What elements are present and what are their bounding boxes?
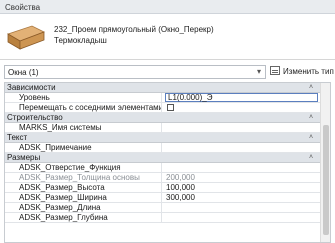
type-name: Термокладыш xyxy=(54,36,107,45)
property-row-level[interactable]: Уровень L1(0.000)_Э xyxy=(5,93,320,103)
group-header-construction[interactable]: Строительство ˄ xyxy=(5,113,320,123)
property-name: ADSK_Размер_Длина xyxy=(5,203,162,212)
collapse-icon[interactable]: ˄ xyxy=(308,113,314,122)
group-label: Строительство xyxy=(7,113,63,122)
property-name: ADSK_Размер_Высота xyxy=(5,183,162,192)
collapse-icon[interactable]: ˄ xyxy=(308,133,314,142)
property-name: Уровень xyxy=(5,93,162,102)
property-value[interactable] xyxy=(163,163,320,172)
property-row-marks-system[interactable]: MARKS_Имя системы xyxy=(5,123,320,133)
property-value[interactable]: 100,000 xyxy=(163,183,320,192)
property-name: MARKS_Имя системы xyxy=(5,123,162,132)
group-header-constraints[interactable]: Зависимости ˄ xyxy=(5,83,320,93)
instance-filter-row: Окна (1) ▾ Изменить тип xyxy=(0,63,335,81)
group-label: Текст xyxy=(7,133,28,142)
property-value[interactable] xyxy=(163,123,320,132)
property-value[interactable] xyxy=(163,203,320,212)
window-title: Свойства xyxy=(5,3,41,12)
property-name: ADSK_Размер_Ширина xyxy=(5,193,162,202)
collapse-icon[interactable]: ˄ xyxy=(308,153,314,162)
rectangular-opening-preview-icon xyxy=(7,25,45,50)
property-row-adsk-base-thickness: ADSK_Размер_Толщина основы 200,000 xyxy=(5,173,320,183)
instance-filter-value: Окна (1) xyxy=(8,68,39,77)
vertical-scrollbar[interactable] xyxy=(320,83,330,242)
property-value[interactable] xyxy=(163,213,320,222)
property-row-move-with-grids[interactable]: Перемещать с соседними элементами xyxy=(5,103,320,113)
collapse-icon[interactable]: ˄ xyxy=(308,83,314,92)
property-row-adsk-length[interactable]: ADSK_Размер_Длина xyxy=(5,203,320,213)
chevron-down-icon: ▾ xyxy=(256,67,261,76)
property-row-adsk-width[interactable]: ADSK_Размер_Ширина 300,000 xyxy=(5,193,320,203)
property-name: ADSK_Отверстие_Функция xyxy=(5,163,162,172)
edit-type-icon xyxy=(270,66,280,75)
move-with-grids-checkbox[interactable] xyxy=(167,104,174,111)
properties-title-bar: Свойства xyxy=(0,0,335,14)
property-value[interactable] xyxy=(163,143,320,152)
property-row-adsk-opening-function[interactable]: ADSK_Отверстие_Функция xyxy=(5,163,320,173)
family-name: 232_Проем прямоугольный (Окно_Перекр) xyxy=(54,25,214,34)
group-label: Зависимости xyxy=(7,83,56,92)
group-label: Размеры xyxy=(7,153,41,162)
type-selector[interactable]: 232_Проем прямоугольный (Окно_Перекр) Те… xyxy=(0,14,335,60)
property-name: ADSK_Размер_Толщина основы xyxy=(5,173,162,182)
property-value: 200,000 xyxy=(166,173,195,182)
property-name: ADSK_Примечание xyxy=(5,143,162,152)
property-name: ADSK_Размер_Глубина xyxy=(5,213,162,222)
edit-type-label: Изменить тип xyxy=(283,67,334,76)
level-value-field[interactable]: L1(0.000)_Э xyxy=(165,93,318,102)
property-row-adsk-depth[interactable]: ADSK_Размер_Глубина xyxy=(5,213,320,223)
property-row-adsk-note[interactable]: ADSK_Примечание xyxy=(5,143,320,153)
properties-grid: Зависимости ˄ Уровень L1(0.000)_Э Переме… xyxy=(4,82,331,243)
property-row-adsk-height[interactable]: ADSK_Размер_Высота 100,000 xyxy=(5,183,320,193)
scrollbar-thumb[interactable] xyxy=(323,125,329,235)
instance-filter-dropdown[interactable]: Окна (1) ▾ xyxy=(4,65,266,79)
group-header-text[interactable]: Текст ˄ xyxy=(5,133,320,143)
edit-type-button[interactable]: Изменить тип xyxy=(270,66,334,79)
group-header-dimensions[interactable]: Размеры ˄ xyxy=(5,153,320,163)
property-value[interactable]: 300,000 xyxy=(163,193,320,202)
property-name: Перемещать с соседними элементами xyxy=(5,103,162,112)
